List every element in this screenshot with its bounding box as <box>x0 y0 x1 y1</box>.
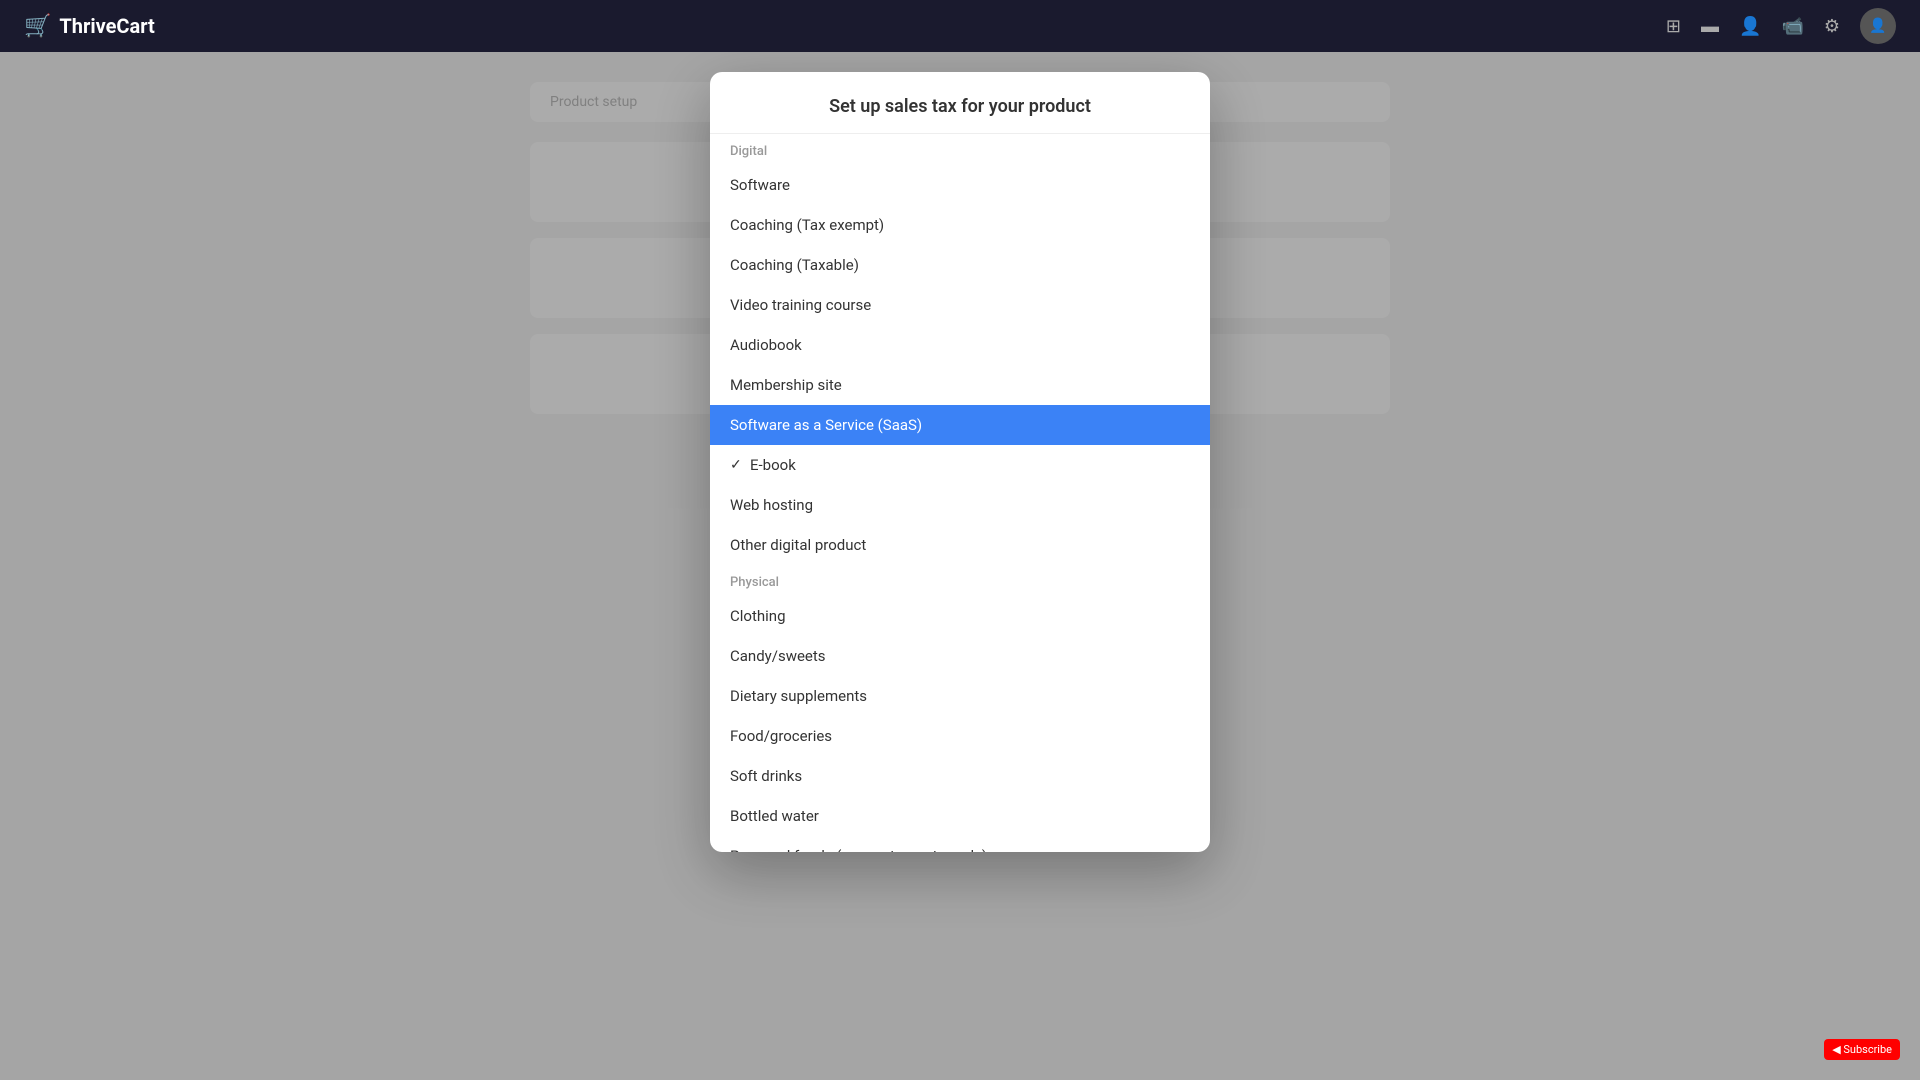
dropdown-item-membership-site[interactable]: Membership site <box>710 365 1210 405</box>
dropdown-item-video-training[interactable]: Video training course <box>710 285 1210 325</box>
dropdown-item-prepared-foods[interactable]: Prepared foods (e.g. restaurant meals) <box>710 836 1210 852</box>
logo-text: ThriveCart <box>59 14 154 38</box>
user-icon[interactable]: 👤 <box>1739 16 1761 37</box>
modal-overlay: Set up sales tax for your product Digita… <box>0 52 1920 1080</box>
dropdown-item-audiobook[interactable]: Audiobook <box>710 325 1210 365</box>
top-navigation: 🛒 ThriveCart ⊞ ▬ 👤 📹 ⚙ 👤 <box>0 0 1920 52</box>
dropdown-item-coaching-taxable[interactable]: Coaching (Taxable) <box>710 245 1210 285</box>
dropdown-item-ebook[interactable]: E-book <box>710 445 1210 485</box>
dropdown-item-soft-drinks[interactable]: Soft drinks <box>710 756 1210 796</box>
card-icon[interactable]: ▬ <box>1701 16 1719 37</box>
dropdown-item-coaching-exempt[interactable]: Coaching (Tax exempt) <box>710 205 1210 245</box>
grid-icon[interactable]: ⊞ <box>1666 16 1681 37</box>
dropdown-item-dietary[interactable]: Dietary supplements <box>710 676 1210 716</box>
nav-actions: ⊞ ▬ 👤 📹 ⚙ 👤 <box>1666 8 1896 44</box>
dropdown-item-software[interactable]: Software <box>710 165 1210 205</box>
modal-title: Set up sales tax for your product <box>734 96 1186 117</box>
dropdown-item-bottled-water[interactable]: Bottled water <box>710 796 1210 836</box>
settings-icon[interactable]: ⚙ <box>1824 16 1840 37</box>
group-label-physical: Physical <box>710 565 1210 596</box>
dropdown-item-candy[interactable]: Candy/sweets <box>710 636 1210 676</box>
group-label-digital: Digital <box>710 134 1210 165</box>
product-type-list[interactable]: DigitalSoftwareCoaching (Tax exempt)Coac… <box>710 134 1210 852</box>
logo-icon: 🛒 <box>24 14 51 39</box>
dropdown-item-web-hosting[interactable]: Web hosting <box>710 485 1210 525</box>
dropdown-item-food[interactable]: Food/groceries <box>710 716 1210 756</box>
sales-tax-modal: Set up sales tax for your product Digita… <box>710 72 1210 852</box>
dropdown-item-clothing[interactable]: Clothing <box>710 596 1210 636</box>
video-icon[interactable]: 📹 <box>1781 16 1803 37</box>
user-avatar[interactable]: 👤 <box>1860 8 1896 44</box>
dropdown-item-other-digital[interactable]: Other digital product <box>710 525 1210 565</box>
modal-header: Set up sales tax for your product <box>710 72 1210 134</box>
dropdown-item-saas[interactable]: Software as a Service (SaaS) <box>710 405 1210 445</box>
logo[interactable]: 🛒 ThriveCart <box>24 14 155 39</box>
youtube-badge: ◀ Subscribe <box>1824 1039 1900 1060</box>
